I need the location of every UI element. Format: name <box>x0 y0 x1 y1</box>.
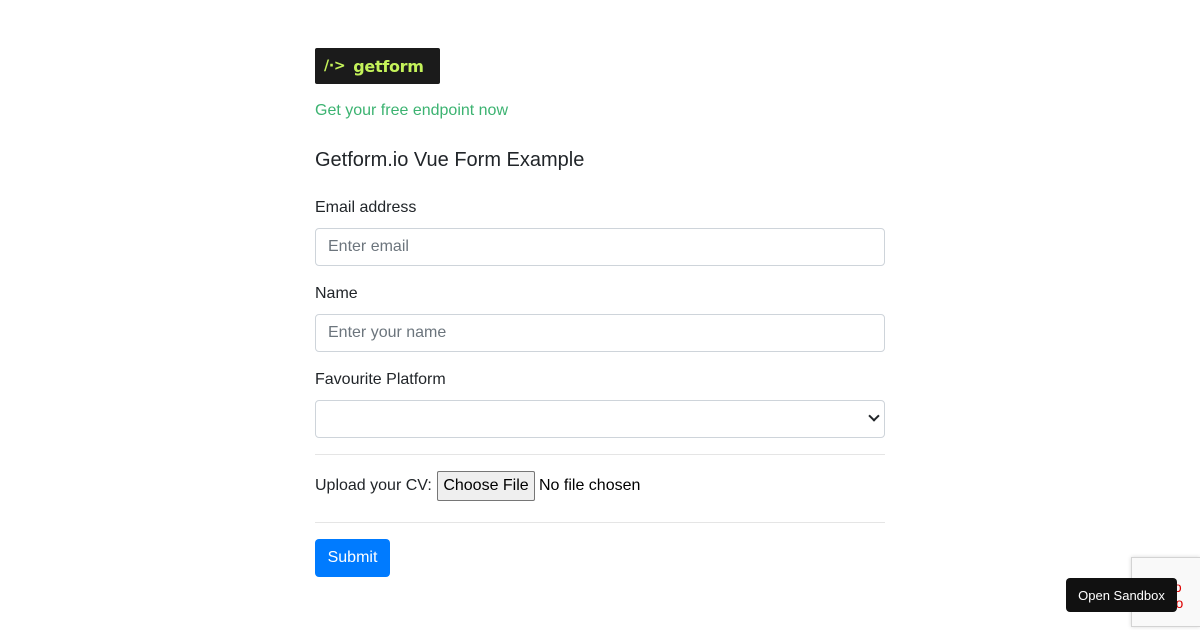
getform-logo-mark: /·> <box>324 58 346 74</box>
divider <box>315 454 885 455</box>
email-field[interactable] <box>315 228 885 266</box>
email-label: Email address <box>315 199 417 216</box>
platform-label: Favourite Platform <box>315 371 446 388</box>
name-field[interactable] <box>315 314 885 352</box>
choose-file-button[interactable]: Choose File <box>437 471 535 501</box>
open-sandbox-button[interactable]: Open Sandbox <box>1066 578 1177 612</box>
chevron-down-icon <box>868 410 880 422</box>
upload-cv-label: Upload your CV: <box>315 477 432 494</box>
platform-select[interactable] <box>315 400 885 438</box>
free-endpoint-link[interactable]: Get your free endpoint now <box>315 102 508 120</box>
getform-logo: /·> getform <box>315 48 440 84</box>
page: /·> getform Get your free endpoint now G… <box>0 0 1200 630</box>
file-status-text: No file chosen <box>539 477 641 494</box>
getform-logo-text: getform <box>353 56 424 76</box>
divider <box>315 522 885 523</box>
submit-button[interactable]: Submit <box>315 539 390 577</box>
page-title: Getform.io Vue Form Example <box>315 149 585 171</box>
name-label: Name <box>315 285 358 302</box>
